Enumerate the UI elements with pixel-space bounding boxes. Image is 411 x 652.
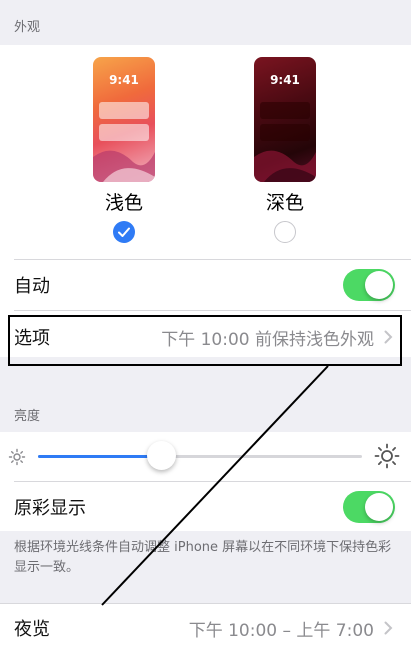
annotation-line — [101, 365, 329, 606]
